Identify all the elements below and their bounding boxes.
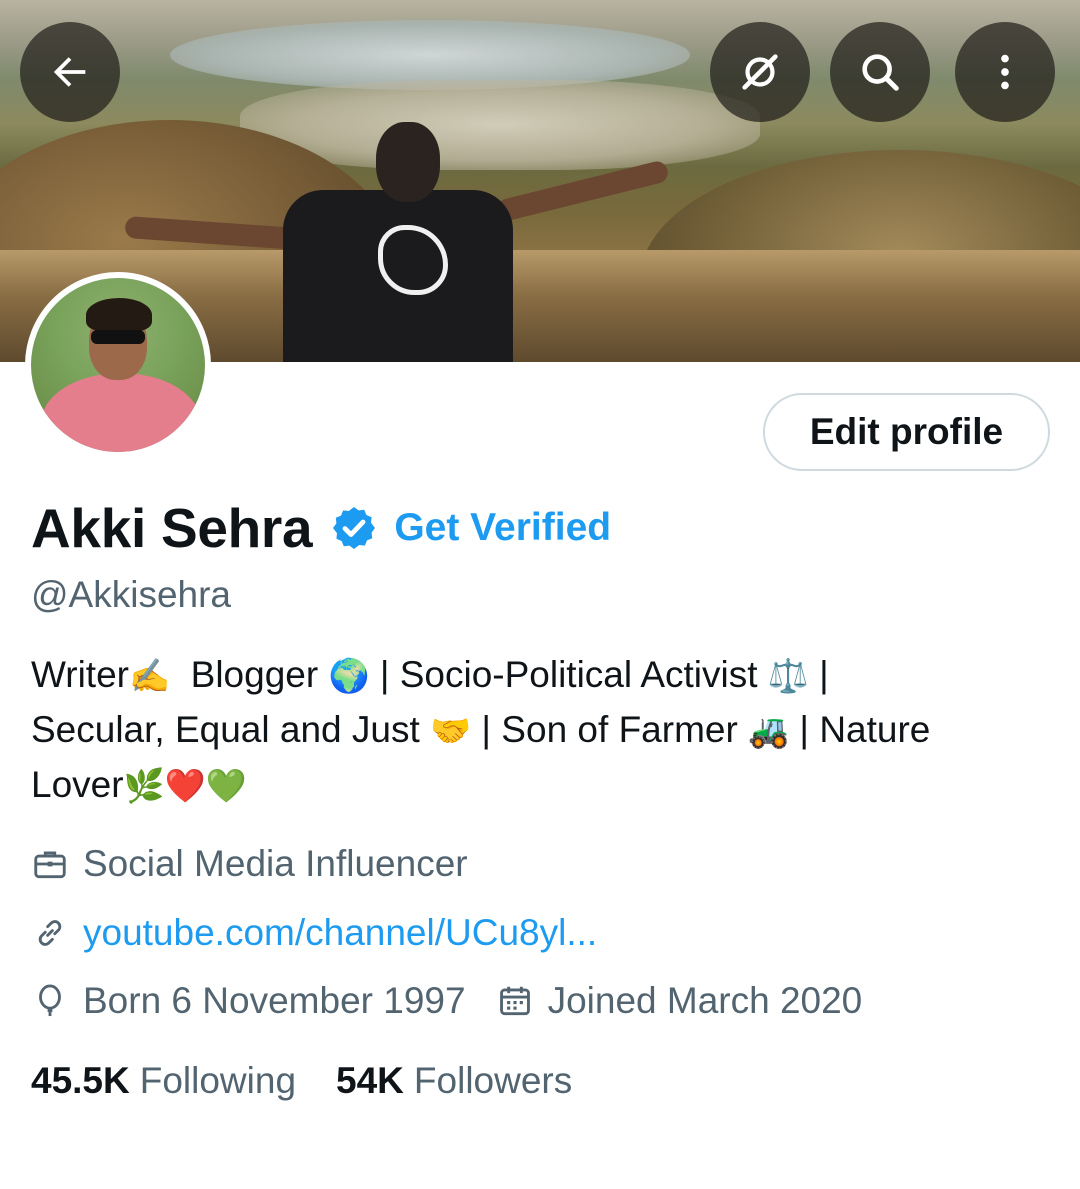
avatar-shirt [41, 373, 201, 452]
banner-person-head [376, 122, 440, 202]
back-arrow-icon [53, 57, 86, 87]
balloon-icon [39, 984, 61, 1017]
tractor-emoji: 🚜 [748, 711, 790, 750]
green-heart-emoji: 💚 [205, 766, 247, 805]
link-icon [38, 920, 62, 946]
bio-text: Writer [31, 654, 129, 695]
calendar-icon [499, 986, 530, 1016]
edit-profile-button[interactable]: Edit profile [763, 393, 1050, 471]
search-button[interactable] [830, 22, 930, 122]
category-label: Social Media Influencer [83, 843, 468, 884]
grok-slash-icon [742, 54, 778, 90]
bio-text: | Socio-Political Activist [369, 654, 768, 695]
bio-text: | Son of Farmer [471, 709, 749, 750]
followers-count: 54K [336, 1060, 404, 1101]
red-heart-emoji: ❤️ [164, 766, 206, 805]
globe-emoji: 🌍 [328, 656, 370, 695]
scales-emoji: ⚖️ [767, 656, 809, 695]
avatar-hair [86, 298, 152, 332]
get-verified-link[interactable]: Get Verified [394, 506, 611, 550]
verified-badge-icon[interactable] [330, 504, 378, 552]
avatar[interactable] [25, 272, 211, 458]
following-label: Following [139, 1060, 297, 1101]
bio-text: Secular, Equal and Just [31, 709, 431, 750]
profile-bio: Writer✍️ Blogger 🌍 | Socio-Political Act… [31, 648, 1051, 813]
profile-category: Social Media Influencer [31, 843, 468, 885]
bio-line-3: Lover🌿❤️💚 [31, 758, 1051, 813]
profile-dates: Born 6 November 1997 Joined March 2020 [31, 980, 862, 1022]
briefcase-icon [34, 851, 66, 879]
profile-handle: @Akkisehra [31, 574, 232, 615]
herb-emoji: 🌿 [123, 766, 165, 805]
more-button[interactable] [955, 22, 1055, 122]
back-button[interactable] [20, 22, 120, 122]
handshake-emoji: 🤝 [430, 711, 472, 750]
bio-line-1: Writer✍️ Blogger 🌍 | Socio-Political Act… [31, 648, 1051, 703]
bio-text: Lover [31, 764, 124, 805]
followers-stat[interactable]: 54K Followers [336, 1060, 572, 1102]
display-name: Akki Sehra [31, 497, 313, 559]
profile-name-row: Akki Sehra Get Verified [31, 495, 611, 561]
bio-text: | [808, 654, 829, 695]
profile-website[interactable]: youtube.com/channel/UCu8yl... [31, 912, 597, 954]
grok-button[interactable] [710, 22, 810, 122]
birthday-text: Born 6 November 1997 [83, 980, 466, 1021]
following-stat[interactable]: 45.5K Following [31, 1060, 296, 1102]
bio-line-2: Secular, Equal and Just 🤝 | Son of Farme… [31, 703, 1051, 758]
followers-label: Followers [413, 1060, 573, 1101]
profile-stats: 45.5K Following 54K Followers [31, 1060, 572, 1102]
following-count: 45.5K [31, 1060, 130, 1101]
avatar-sunglasses [91, 330, 145, 344]
writing-hand-emoji: ✍️ [128, 656, 171, 695]
search-icon [862, 54, 899, 91]
joined-text: Joined March 2020 [547, 980, 863, 1021]
more-vertical-icon [1001, 54, 1009, 90]
bio-text: | Nature [789, 709, 931, 750]
website-link[interactable]: youtube.com/channel/UCu8yl... [83, 912, 597, 954]
bio-text: Blogger [170, 654, 329, 695]
